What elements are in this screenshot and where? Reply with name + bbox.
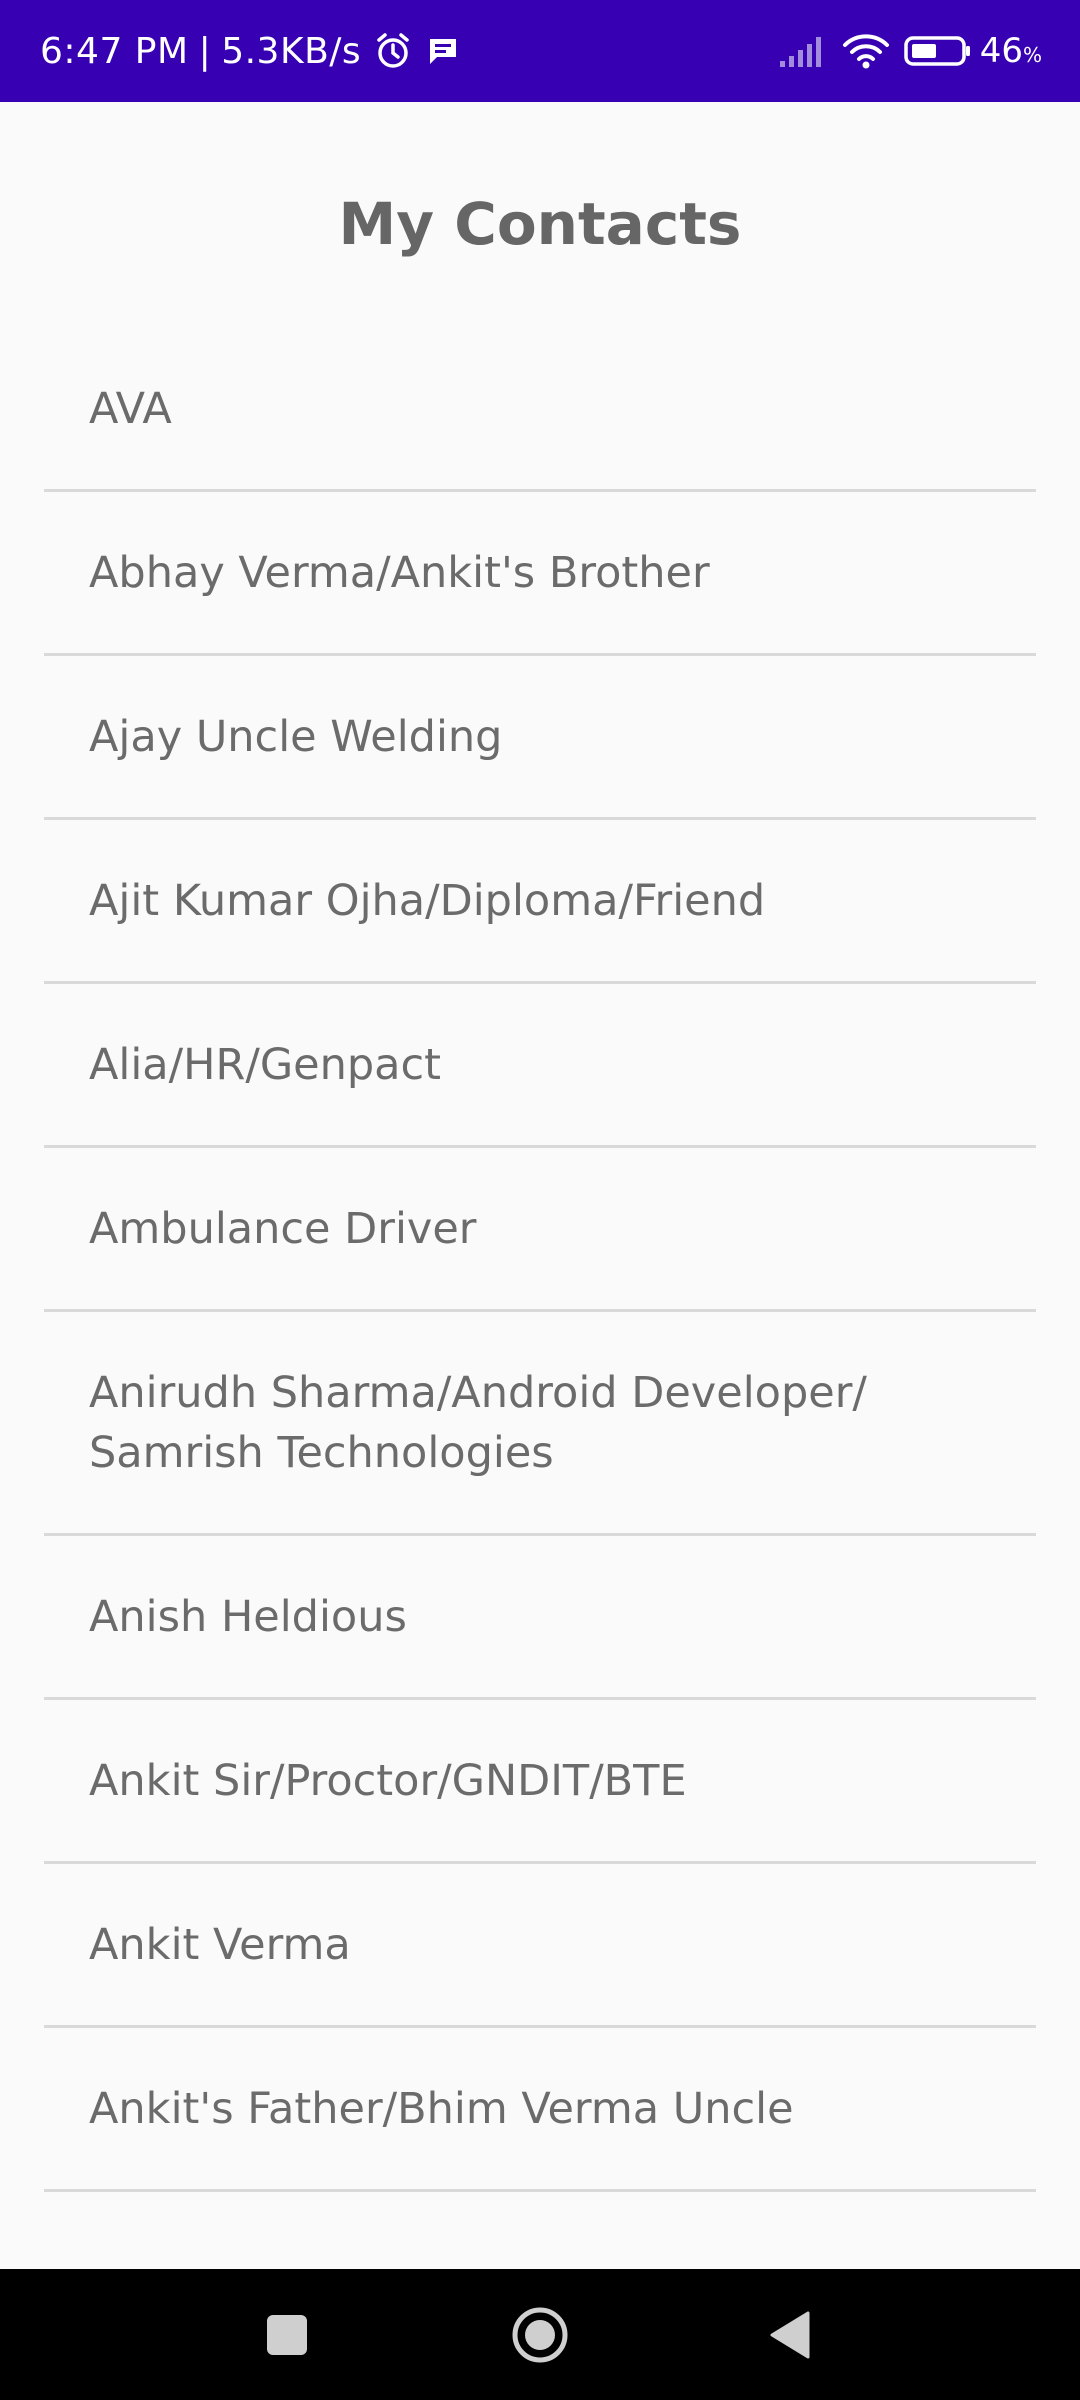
- contact-item[interactable]: AVA: [44, 328, 1036, 492]
- status-right: 46%: [764, 31, 1042, 71]
- contact-item[interactable]: Ambulance Driver: [44, 1148, 1036, 1312]
- battery-icon: [903, 34, 972, 68]
- recents-button[interactable]: [222, 2269, 352, 2400]
- wifi-icon: [842, 32, 890, 70]
- contact-item[interactable]: Abhay Verma/Ankit's Brother: [44, 492, 1036, 656]
- status-left: 6:47 PM | 5.3KB/s: [40, 31, 461, 72]
- contact-name: Anirudh Sharma/Android Developer/ Samris…: [89, 1367, 867, 1478]
- contact-name: Ankit's Father/Bhim Verma Uncle: [89, 2083, 794, 2134]
- alarm-icon: [373, 31, 413, 71]
- status-time: 6:47 PM: [40, 30, 189, 72]
- battery-level: 46%: [979, 31, 1042, 71]
- contact-item[interactable]: Ajit Kumar Ojha/Diploma/Friend: [44, 820, 1036, 984]
- contact-name: Alia/HR/Genpact: [89, 1039, 442, 1090]
- contact-item[interactable]: Ankit's Father/Bhim Verma Uncle: [44, 2028, 1036, 2192]
- contact-name: Ajit Kumar Ojha/Diploma/Friend: [89, 875, 766, 926]
- contact-item[interactable]: Anirudh Sharma/Android Developer/ Samris…: [44, 1312, 1036, 1536]
- page-title: My Contacts: [338, 190, 742, 258]
- recents-icon: [265, 2313, 309, 2357]
- message-icon: [425, 33, 461, 69]
- contact-name: Anish Heldious: [89, 1591, 407, 1642]
- contact-name: Abhay Verma/Ankit's Brother: [89, 547, 710, 598]
- status-separator: |: [198, 30, 212, 72]
- contact-list: AVA Abhay Verma/Ankit's Brother Ajay Unc…: [44, 328, 1036, 2192]
- contact-item[interactable]: Ajay Uncle Welding: [44, 656, 1036, 820]
- contact-item[interactable]: Alia/HR/Genpact: [44, 984, 1036, 1148]
- contact-item[interactable]: Ankit Verma: [44, 1864, 1036, 2028]
- contact-name: Ajay Uncle Welding: [89, 711, 503, 762]
- signal-icon: [778, 33, 828, 69]
- contact-name: Ambulance Driver: [89, 1203, 477, 1254]
- contact-item[interactable]: Anish Heldious: [44, 1536, 1036, 1700]
- contact-name: Ankit Verma: [89, 1919, 351, 1970]
- status-bar: 6:47 PM | 5.3KB/s 46%: [0, 0, 1080, 102]
- contact-item[interactable]: Ankit Sir/Proctor/GNDIT/BTE: [44, 1700, 1036, 1864]
- network-speed: 5.3KB/s: [221, 30, 362, 72]
- home-button[interactable]: [475, 2269, 605, 2400]
- contact-name: AVA: [89, 383, 172, 434]
- back-icon: [768, 2310, 812, 2360]
- back-button[interactable]: [725, 2269, 855, 2400]
- contact-name: Ankit Sir/Proctor/GNDIT/BTE: [89, 1755, 687, 1806]
- home-icon: [510, 2305, 570, 2365]
- navigation-bar: [0, 2269, 1080, 2400]
